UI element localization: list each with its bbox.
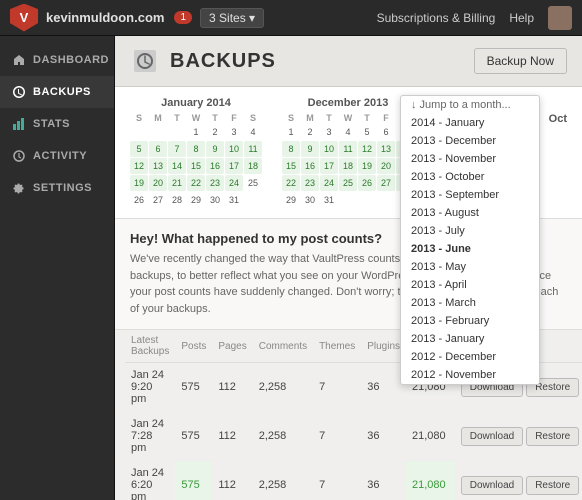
page-title: BACKUPS: [170, 50, 276, 73]
th-posts: Posts: [175, 330, 212, 363]
table-row: Jan 24 6:20 pm5751122,25873621,080Downlo…: [125, 461, 582, 500]
sidebar-item-backups[interactable]: Backups: [0, 76, 114, 108]
dropdown-2013-apr[interactable]: 2013 - April: [401, 276, 539, 294]
content-header: BACKUPS Backup Now: [115, 36, 582, 87]
cell-pages: 112: [212, 461, 252, 500]
cell-date: Jan 24 6:20 pm: [125, 461, 175, 500]
cell-plugins: 36: [361, 412, 406, 461]
restore-button[interactable]: Restore: [526, 427, 579, 446]
table-row: Jan 24 7:28 pm5751122,25873621,080Downlo…: [125, 412, 582, 461]
cell-pages: 112: [212, 412, 252, 461]
dropdown-2013-mar[interactable]: 2013 - March: [401, 294, 539, 312]
cell-comments: 2,258: [253, 412, 313, 461]
stats-icon: [12, 117, 26, 131]
month-dropdown[interactable]: ↓ Jump to a month... 2014 - January 2013…: [400, 95, 540, 385]
dropdown-2013-oct[interactable]: 2013 - October: [401, 168, 539, 186]
help-link[interactable]: Help: [509, 11, 534, 25]
sidebar-item-activity[interactable]: ActiviTY: [0, 140, 114, 172]
cell-posts: 575: [175, 363, 212, 412]
dropdown-2013-aug[interactable]: 2013 - August: [401, 204, 539, 222]
cell-pages: 112: [212, 363, 252, 412]
cell-plugins: 36: [361, 461, 406, 500]
logo-shield: V: [10, 4, 38, 32]
calendar-dec-2013: December 2013 S M T W T F S 1 2 3 4 5 6: [282, 97, 414, 208]
dropdown-2013-nov[interactable]: 2013 - November: [401, 150, 539, 168]
cal-jan-title: January 2014: [130, 97, 262, 109]
cell-comments: 2,258: [253, 461, 313, 500]
cell-posts: 575: [175, 412, 212, 461]
sidebar-item-stats[interactable]: Stats: [0, 108, 114, 140]
logo-v-letter: V: [20, 11, 29, 24]
dropdown-2012-dec[interactable]: 2012 - December: [401, 348, 539, 366]
th-themes: Themes: [313, 330, 361, 363]
cell-themes: 7: [313, 363, 361, 412]
top-nav-right: Subscriptions & Billing Help: [377, 6, 572, 30]
calendar-jan-2014: January 2014 S M T W T F S 1 2 3 4: [130, 97, 262, 208]
subscriptions-billing-link[interactable]: Subscriptions & Billing: [377, 11, 496, 25]
dropdown-2014-jan[interactable]: 2014 - January: [401, 114, 539, 132]
sites-dropdown-button[interactable]: 3 Sites ▾: [200, 8, 264, 28]
content-area: BACKUPS Backup Now January 2014 S M T W …: [115, 36, 582, 500]
cell-date: Jan 24 9:20 pm: [125, 363, 175, 412]
main-layout: Dashboard Backups Stats ActiviTY Setting…: [0, 36, 582, 500]
dropdown-2013-jul[interactable]: 2013 - July: [401, 222, 539, 240]
settings-icon: [12, 181, 26, 195]
sidebar-item-settings[interactable]: Settings: [0, 172, 114, 204]
cell-comments: 2,258: [253, 363, 313, 412]
dropdown-2013-sep[interactable]: 2013 - September: [401, 186, 539, 204]
dropdown-2012-nov[interactable]: 2012 - November: [401, 366, 539, 384]
dropdown-2013-may[interactable]: 2013 - May: [401, 258, 539, 276]
dropdown-2013-jun[interactable]: 2013 - June: [401, 240, 539, 258]
cell-uploads: 21,080: [406, 461, 455, 500]
avatar[interactable]: [548, 6, 572, 30]
cell-actions: DownloadRestore: [455, 461, 582, 500]
cell-actions: DownloadRestore: [455, 412, 582, 461]
dropdown-2013-dec[interactable]: 2013 - December: [401, 132, 539, 150]
sidebar-item-dashboard[interactable]: Dashboard: [0, 44, 114, 76]
sidebar: Dashboard Backups Stats ActiviTY Setting…: [0, 36, 115, 500]
calendars-area: January 2014 S M T W T F S 1 2 3 4: [115, 87, 582, 219]
th-comments: Comments: [253, 330, 313, 363]
backup-icon: [12, 85, 26, 99]
cell-date: Jan 24 7:28 pm: [125, 412, 175, 461]
backup-now-button[interactable]: Backup Now: [474, 48, 567, 74]
backups-page-icon: [130, 46, 160, 76]
restore-button[interactable]: Restore: [526, 476, 579, 495]
top-navigation: V kevinmuldoon.com 1 3 Sites ▾ Subscript…: [0, 0, 582, 36]
oct-partial-label: Oct: [549, 113, 567, 125]
activity-icon: [12, 149, 26, 163]
cal-jan-grid: S M T W T F S 1 2 3 4 5 6: [130, 113, 262, 208]
alert-badge: 1: [174, 11, 192, 24]
cal-dec-grid: S M T W T F S 1 2 3 4 5 6 7 8: [282, 113, 414, 208]
dropdown-2013-jan[interactable]: 2013 - January: [401, 330, 539, 348]
cal-dec-title: December 2013: [282, 97, 414, 109]
th-pages: Pages: [212, 330, 252, 363]
download-button[interactable]: Download: [461, 476, 523, 495]
cell-uploads: 21,080: [406, 412, 455, 461]
th-date: Latest Backups: [125, 330, 175, 363]
home-icon: [12, 53, 26, 67]
dropdown-2013-feb[interactable]: 2013 - February: [401, 312, 539, 330]
cell-themes: 7: [313, 461, 361, 500]
download-button[interactable]: Download: [461, 427, 523, 446]
dropdown-jump-header: ↓ Jump to a month...: [401, 96, 539, 114]
site-name[interactable]: kevinmuldoon.com: [46, 10, 164, 25]
cell-themes: 7: [313, 412, 361, 461]
cell-posts: 575: [175, 461, 212, 500]
